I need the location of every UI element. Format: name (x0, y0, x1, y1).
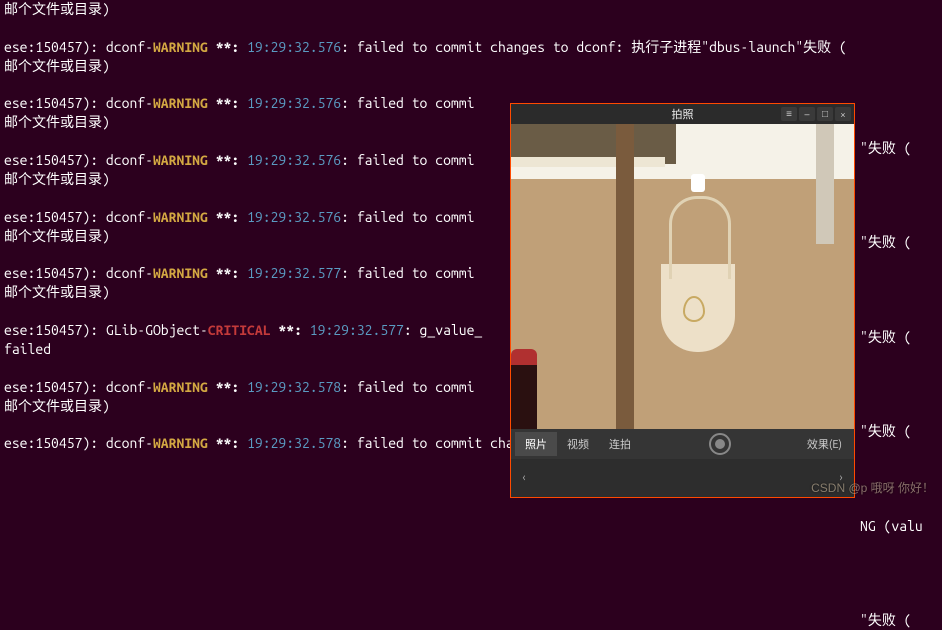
minimize-icon[interactable]: – (799, 107, 815, 121)
terminal-tail-1: "失败 ( "失败 ( "失败 ( "失败 ( NG (valu "失败 ( (860, 120, 923, 630)
terminal-line (4, 76, 938, 95)
nav-prev-icon[interactable]: ‹ (517, 472, 531, 484)
maximize-icon[interactable]: □ (817, 107, 833, 121)
camera-preview (511, 124, 854, 429)
effects-button[interactable]: 效果(E) (799, 432, 850, 456)
terminal-line: ese:150457): dconf-WARNING **: 19:29:32.… (4, 38, 938, 57)
terminal-line (4, 19, 938, 38)
tab-photo[interactable]: 照片 (515, 432, 557, 456)
thumbnail-strip: ‹ › (511, 459, 854, 497)
mode-toolbar: 照片 视频 连拍 效果(E) (511, 429, 854, 459)
terminal-line: 邮个文件或目录) (4, 0, 938, 19)
close-icon[interactable]: × (835, 107, 851, 121)
cheese-app-window: 拍照 ≡ – □ × 照片 视频 连拍 效果(E) ‹ › (510, 103, 855, 498)
titlebar[interactable]: 拍照 ≡ – □ × (511, 104, 854, 124)
csdn-watermark: CSDN @p 哦呀 你好！ (811, 479, 934, 496)
shutter-button[interactable] (709, 433, 731, 455)
tab-burst[interactable]: 连拍 (599, 432, 641, 456)
terminal-line: 邮个文件或目录) (4, 57, 938, 76)
hamburger-icon[interactable]: ≡ (781, 107, 797, 121)
tab-video[interactable]: 视频 (557, 432, 599, 456)
